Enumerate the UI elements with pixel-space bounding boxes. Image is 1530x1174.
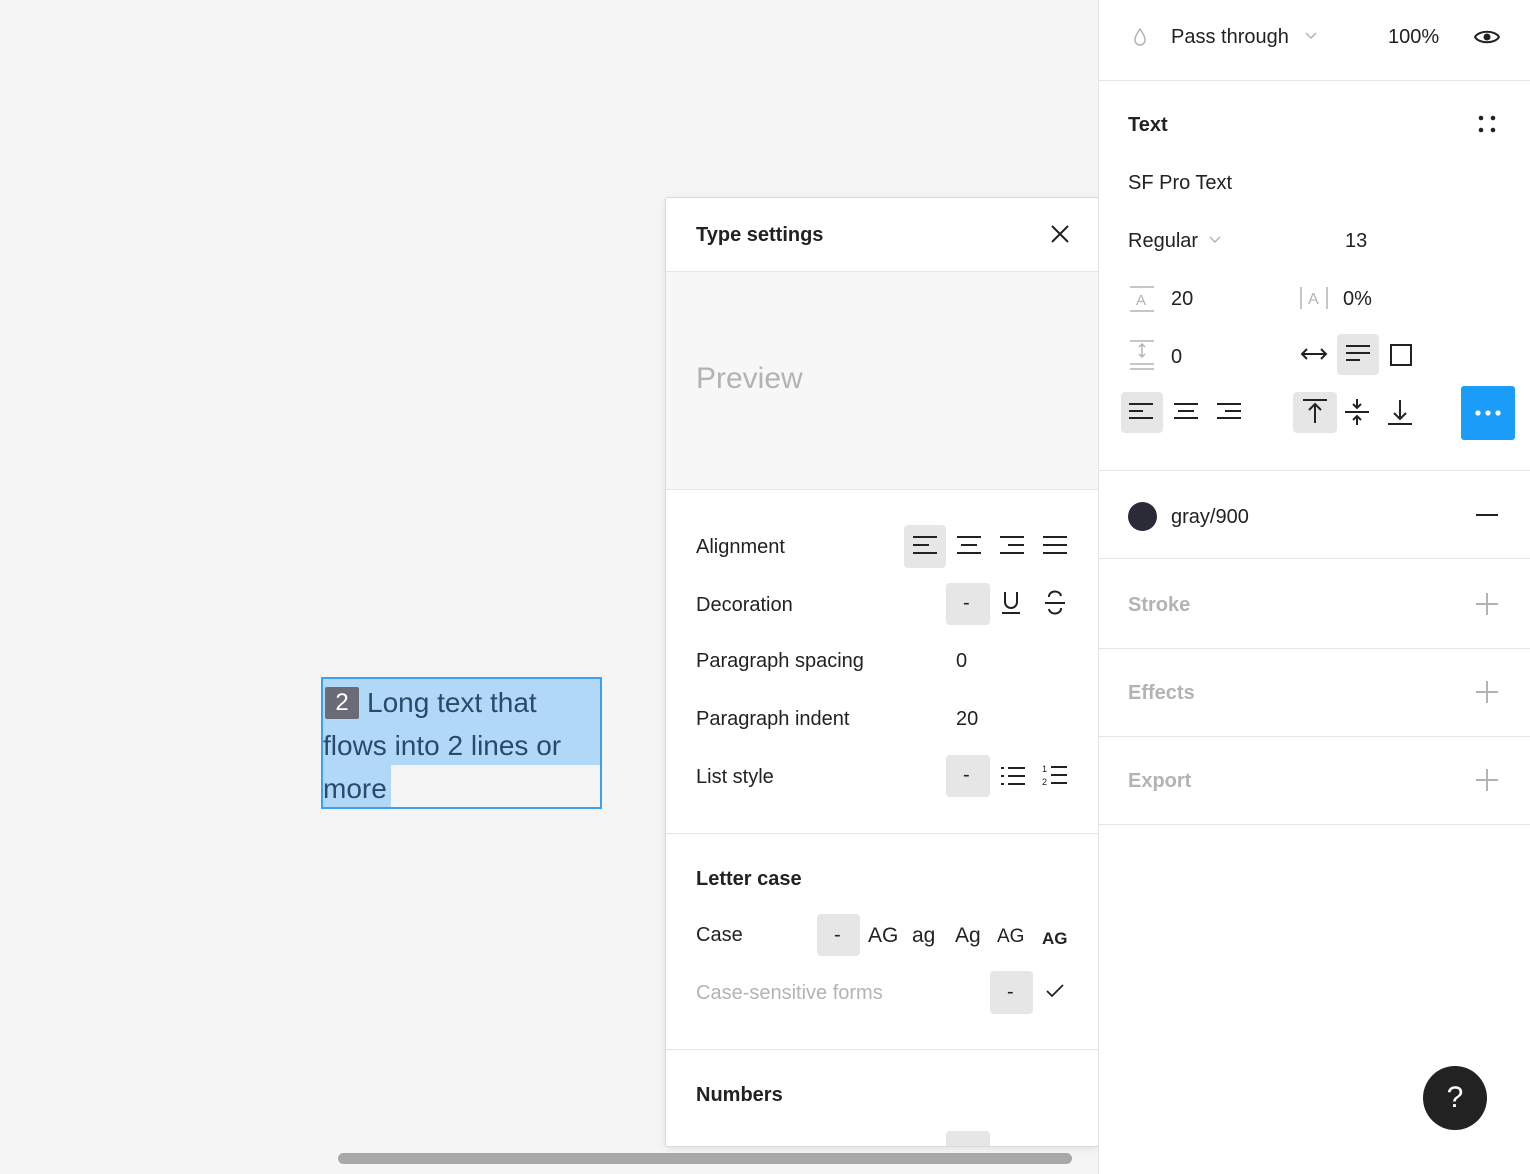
svg-text:A: A xyxy=(1136,292,1146,309)
align-top-icon[interactable] xyxy=(1302,398,1328,424)
checkmark-icon[interactable] xyxy=(1046,984,1064,998)
letter-case-heading: Letter case xyxy=(696,868,802,890)
decoration-label: Decoration xyxy=(696,594,793,616)
paragraph-indent-input[interactable]: 20 xyxy=(956,708,978,731)
type-settings-icon[interactable] xyxy=(1478,115,1496,133)
fill-style-name[interactable]: gray/900 xyxy=(1171,506,1249,529)
add-effect-icon[interactable] xyxy=(1476,681,1498,703)
align-center-icon[interactable] xyxy=(956,534,982,556)
remove-fill-icon[interactable] xyxy=(1476,513,1498,517)
horizontal-scrollbar[interactable] xyxy=(338,1153,1072,1164)
text-align-right-icon[interactable] xyxy=(1216,402,1242,422)
align-left-icon[interactable] xyxy=(912,534,938,556)
case-uppercase-button[interactable]: AG xyxy=(868,924,898,948)
underline-icon[interactable] xyxy=(1000,590,1022,616)
list-none-button[interactable]: - xyxy=(963,764,970,787)
properties-panel: Pass through 100% Text SF Pro Text Regul… xyxy=(1098,0,1530,1174)
close-icon[interactable] xyxy=(1048,222,1072,246)
text-section-heading: Text xyxy=(1128,114,1168,136)
text-line-3: more xyxy=(323,773,387,804)
text-align-center-icon[interactable] xyxy=(1173,402,1199,422)
add-stroke-icon[interactable] xyxy=(1476,593,1498,615)
svg-text:A: A xyxy=(1308,291,1319,308)
opacity-input[interactable]: 100% xyxy=(1388,26,1439,49)
eye-icon[interactable] xyxy=(1474,27,1500,47)
blend-mode-dropdown[interactable]: Pass through xyxy=(1171,26,1289,49)
font-weight-dropdown[interactable]: Regular xyxy=(1128,230,1198,253)
letter-spacing-input[interactable]: 0% xyxy=(1343,288,1372,311)
case-none-button[interactable]: - xyxy=(834,924,841,947)
case-sensitive-forms-label: Case-sensitive forms xyxy=(696,982,883,1004)
case-small-caps-forced-button[interactable]: AG xyxy=(1042,929,1068,949)
numbered-list-icon[interactable]: 12 xyxy=(1042,763,1068,787)
font-family-dropdown[interactable]: SF Pro Text xyxy=(1128,172,1232,195)
numbers-heading: Numbers xyxy=(696,1084,783,1106)
preview-text: Preview xyxy=(696,362,803,395)
font-size-input[interactable]: 13 xyxy=(1345,230,1367,253)
chevron-down-icon[interactable] xyxy=(1305,32,1317,40)
alignment-label: Alignment xyxy=(696,536,785,558)
case-small-caps-button[interactable]: AG xyxy=(997,926,1024,948)
more-icon xyxy=(1475,410,1501,416)
stroke-section-heading: Stroke xyxy=(1128,594,1191,616)
svg-text:1: 1 xyxy=(1042,764,1047,774)
fixed-size-icon[interactable] xyxy=(1390,344,1412,366)
add-export-icon[interactable] xyxy=(1476,769,1498,791)
paragraph-spacing-input[interactable]: 0 xyxy=(1171,346,1182,369)
preview-area: Preview xyxy=(666,272,1098,489)
align-bottom-icon[interactable] xyxy=(1387,398,1413,426)
chevron-down-icon[interactable] xyxy=(1209,236,1221,244)
type-settings-dialog: Type settings Preview Alignment Decorati… xyxy=(665,197,1099,1147)
case-lowercase-button[interactable]: ag xyxy=(912,924,935,948)
text-layer-selection[interactable]: 2 Long text that flows into 2 lines or m… xyxy=(321,677,602,809)
case-label: Case xyxy=(696,924,743,946)
text-align-left-icon[interactable] xyxy=(1128,402,1154,422)
paragraph-spacing-label: Paragraph spacing xyxy=(696,650,864,672)
list-style-label: List style xyxy=(696,766,774,788)
line-height-icon: A xyxy=(1129,286,1155,312)
align-justify-icon[interactable] xyxy=(1042,534,1068,556)
text-line-1: Long text that xyxy=(367,687,537,718)
text-line-2: flows into 2 lines or xyxy=(323,730,562,761)
fill-color-swatch[interactable] xyxy=(1128,502,1157,531)
selection-count-badge: 2 xyxy=(325,687,359,719)
strikethrough-icon[interactable] xyxy=(1044,590,1066,616)
auto-height-icon[interactable] xyxy=(1345,344,1371,364)
help-button[interactable]: ? xyxy=(1423,1066,1487,1130)
case-sensitive-none-button[interactable]: - xyxy=(1007,981,1014,1004)
paragraph-spacing-icon xyxy=(1129,340,1155,370)
case-titlecase-button[interactable]: Ag xyxy=(955,924,981,948)
svg-text:2: 2 xyxy=(1042,777,1047,787)
bulleted-list-icon[interactable] xyxy=(1000,765,1026,787)
align-right-icon[interactable] xyxy=(999,534,1025,556)
more-options-button[interactable] xyxy=(1461,386,1515,440)
blend-mode-drop-icon xyxy=(1132,27,1148,47)
auto-width-icon[interactable] xyxy=(1300,346,1328,362)
paragraph-indent-label: Paragraph indent xyxy=(696,708,850,730)
align-middle-icon[interactable] xyxy=(1344,398,1370,426)
export-section-heading: Export xyxy=(1128,770,1192,792)
decoration-none-button[interactable]: - xyxy=(963,592,970,615)
paragraph-spacing-input[interactable]: 0 xyxy=(956,650,967,673)
effects-section-heading: Effects xyxy=(1128,682,1195,704)
line-height-input[interactable]: 20 xyxy=(1171,288,1193,311)
dialog-title: Type settings xyxy=(696,224,824,246)
letter-spacing-icon: A xyxy=(1299,286,1329,310)
